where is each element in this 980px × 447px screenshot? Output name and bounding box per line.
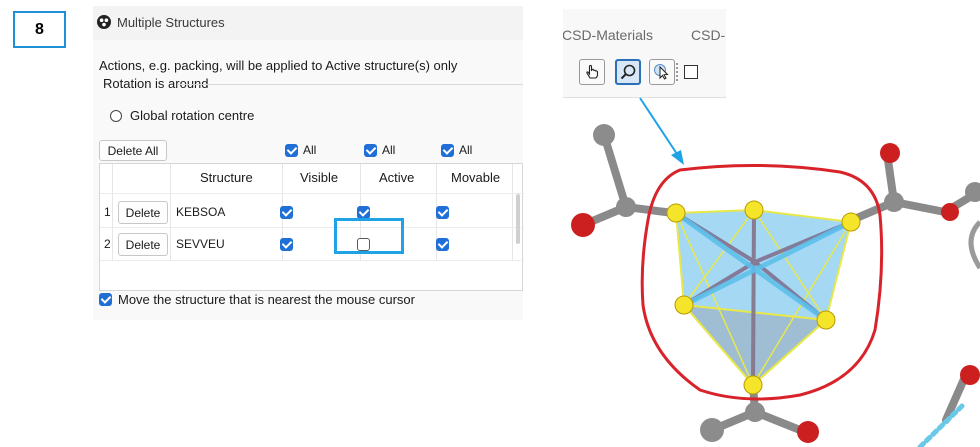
partial-ring [968, 220, 980, 270]
coordination-polyhedron [673, 208, 854, 387]
molecule-viewer[interactable] [528, 85, 980, 447]
